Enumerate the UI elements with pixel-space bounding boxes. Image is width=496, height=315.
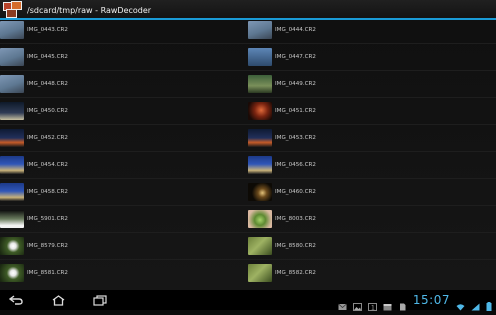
file-thumbnail [248,129,272,147]
file-name: IMG_0447.CR2 [275,54,316,60]
file-name: IMG_0443.CR2 [27,27,68,33]
file-item[interactable]: IMG_0449.CR2 [248,75,488,93]
row-divider [0,259,496,260]
file-thumbnail [0,264,24,282]
file-thumbnail [248,21,272,39]
file-item[interactable]: IMG_0460.CR2 [248,183,488,201]
file-item[interactable]: IMG_0444.CR2 [248,21,488,39]
row-divider [0,124,496,125]
file-item[interactable]: IMG_0453.CR2 [248,129,488,147]
file-item[interactable]: IMG_0458.CR2 [0,183,240,201]
battery-icon [486,296,492,311]
row-divider [0,178,496,179]
back-icon[interactable] [6,292,26,308]
file-name: IMG_0452.CR2 [27,135,68,141]
file-item[interactable]: IMG_0456.CR2 [248,156,488,174]
file-item[interactable]: IMG_0452.CR2 [0,129,240,147]
email-icon [338,296,347,310]
file-thumbnail [0,210,24,228]
file-name: IMG_8582.CR2 [275,270,316,276]
file-thumbnail [248,75,272,93]
recent-apps-icon[interactable] [90,292,110,308]
file-thumbnail [0,75,24,93]
file-name: IMG_0460.CR2 [275,189,316,195]
row-divider [0,205,496,206]
file-item[interactable]: IMG_8003.CR2 [248,210,488,228]
gallery-icon [353,296,362,311]
file-name: IMG_8580.CR2 [275,243,316,249]
file-thumbnail [248,237,272,255]
file-thumbnail [0,183,24,201]
file-thumbnail [0,21,24,39]
action-bar: /sdcard/tmp/raw - RawDecoder [0,0,496,20]
file-thumbnail [248,210,272,228]
file-name: IMG_0444.CR2 [275,27,316,33]
file-name: IMG_0454.CR2 [27,162,68,168]
file-name: IMG_0456.CR2 [275,162,316,168]
status-area[interactable]: 1 15:07 [338,290,492,312]
file-item[interactable]: IMG_0454.CR2 [0,156,240,174]
window-title: /sdcard/tmp/raw - RawDecoder [27,5,152,15]
file-item[interactable]: IMG_8579.CR2 [0,237,240,255]
file-item[interactable]: IMG_0448.CR2 [0,75,240,93]
status-clock: 15:07 [412,293,450,307]
wifi-icon [456,296,465,311]
file-name: IMG_0453.CR2 [275,135,316,141]
calendar-icon [383,296,392,311]
file-name: IMG_0458.CR2 [27,189,68,195]
file-thumbnail [0,129,24,147]
notification-1-icon: 1 [368,296,377,312]
file-name: IMG_0445.CR2 [27,54,68,60]
file-thumbnail [0,48,24,66]
file-name: IMG_5901.CR2 [27,216,68,222]
file-item[interactable]: IMG_0443.CR2 [0,21,240,39]
file-name: IMG_8581.CR2 [27,270,68,276]
file-thumbnail [0,156,24,174]
file-name: IMG_0449.CR2 [275,81,316,87]
app-icon[interactable] [3,1,22,19]
file-thumbnail [0,237,24,255]
file-item[interactable]: IMG_8580.CR2 [248,237,488,255]
file-name: IMG_0448.CR2 [27,81,68,87]
svg-text:1: 1 [371,305,375,312]
home-icon[interactable] [48,292,68,308]
file-name: IMG_8579.CR2 [27,243,68,249]
file-name: IMG_8003.CR2 [275,216,316,222]
file-grid: IMG_0443.CR2 IMG_0444.CR2 IMG_0445.CR2 IMG_… [0,20,496,290]
signal-icon [471,296,480,311]
row-divider [0,151,496,152]
file-thumbnail [248,264,272,282]
row-divider [0,43,496,44]
file-thumbnail [248,102,272,120]
file-item[interactable]: IMG_0451.CR2 [248,102,488,120]
file-thumbnail [248,156,272,174]
file-item[interactable]: IMG_0450.CR2 [0,102,240,120]
file-item[interactable]: IMG_5901.CR2 [0,210,240,228]
file-icon [398,296,407,311]
row-divider [0,97,496,98]
system-navigation-bar: 1 15:07 [0,290,496,312]
file-thumbnail [248,48,272,66]
file-item[interactable]: IMG_0445.CR2 [0,48,240,66]
file-name: IMG_0450.CR2 [27,108,68,114]
file-thumbnail [248,183,272,201]
file-item[interactable]: IMG_8581.CR2 [0,264,240,282]
file-item[interactable]: IMG_0447.CR2 [248,48,488,66]
file-name: IMG_0451.CR2 [275,108,316,114]
file-thumbnail [0,102,24,120]
file-item[interactable]: IMG_8582.CR2 [248,264,488,282]
row-divider [0,232,496,233]
row-divider [0,70,496,71]
